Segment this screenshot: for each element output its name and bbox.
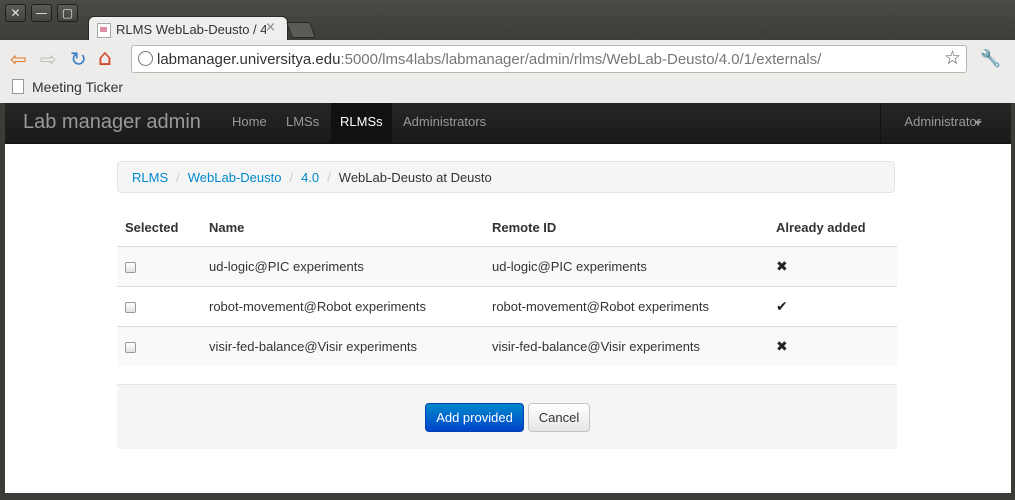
- row-name: ud-logic@PIC experiments: [201, 246, 484, 287]
- window-maximize-button[interactable]: ▢: [57, 4, 78, 22]
- breadcrumb-current: WebLab-Deusto at Deusto: [338, 170, 492, 185]
- table-row: robot-movement@Robot experiments robot-m…: [117, 286, 897, 327]
- window-minimize-button[interactable]: —: [31, 4, 52, 22]
- table-row: visir-fed-balance@Visir experiments visi…: [117, 326, 897, 366]
- bookmark-meeting-ticker[interactable]: Meeting Ticker: [12, 79, 123, 95]
- select-checkbox[interactable]: [125, 302, 136, 314]
- externals-table: Selected Name Remote ID Already added ud…: [117, 208, 897, 366]
- address-bar[interactable]: labmanager.universitya.edu:5000/lms4labs…: [131, 45, 967, 73]
- url-host: labmanager.universitya.edu: [157, 51, 341, 68]
- reload-icon[interactable]: ↻: [70, 48, 87, 70]
- tab-title: RLMS WebLab-Deusto / 4.: [116, 22, 266, 37]
- page-icon: [12, 79, 24, 94]
- select-checkbox[interactable]: [125, 342, 136, 354]
- forward-arrow-icon[interactable]: ⇨: [40, 48, 57, 70]
- breadcrumb-rlms[interactable]: RLMS: [132, 170, 168, 185]
- row-remote-id: robot-movement@Robot experiments: [484, 286, 768, 327]
- form-actions: Add provided Cancel: [117, 384, 897, 449]
- row-remote-id: ud-logic@PIC experiments: [484, 246, 768, 287]
- table-header-row: Selected Name Remote ID Already added: [117, 208, 897, 247]
- top-navbar: Lab manager admin Home LMSs RLMSs Admini…: [5, 103, 1011, 144]
- back-arrow-icon[interactable]: ⇦: [10, 48, 27, 70]
- cross-icon: ✖: [776, 338, 788, 355]
- nav-lmss[interactable]: LMSs: [277, 103, 328, 143]
- new-tab-button[interactable]: [286, 22, 316, 38]
- breadcrumb-separator: /: [176, 170, 180, 185]
- url-text: labmanager.universitya.edu:5000/lms4labs…: [157, 51, 821, 68]
- url-path: :5000/lms4labs/labmanager/admin/rlms/Web…: [340, 51, 822, 68]
- user-menu-dropdown[interactable]: Administrator: [880, 103, 1011, 143]
- select-checkbox[interactable]: [125, 262, 136, 274]
- breadcrumb-separator: /: [327, 170, 331, 185]
- window-frame-bottom: [0, 493, 1015, 500]
- row-remote-id: visir-fed-balance@Visir experiments: [484, 326, 768, 366]
- tab-close-icon[interactable]: ×: [265, 20, 276, 35]
- star-icon[interactable]: ☆: [944, 47, 961, 69]
- add-provided-button[interactable]: Add provided: [425, 403, 524, 432]
- bookmark-label: Meeting Ticker: [32, 79, 124, 95]
- breadcrumb: RLMS / WebLab-Deusto / 4.0 / WebLab-Deusto at …: [117, 161, 895, 193]
- table-row: ud-logic@PIC experiments ud-logic@PIC ex…: [117, 246, 897, 287]
- row-name: visir-fed-balance@Visir experiments: [201, 326, 484, 366]
- page-viewport: Lab manager admin Home LMSs RLMSs Admini…: [5, 103, 1011, 493]
- nav-rlmss[interactable]: RLMSs: [331, 103, 392, 143]
- breadcrumb-version[interactable]: 4.0: [301, 170, 319, 185]
- breadcrumb-separator: /: [289, 170, 294, 185]
- header-name: Name: [209, 219, 245, 235]
- window-close-button[interactable]: ✕: [5, 4, 26, 22]
- brand[interactable]: Lab manager admin: [23, 111, 201, 134]
- nav-home[interactable]: Home: [223, 103, 276, 143]
- favicon-icon: [97, 23, 111, 38]
- wrench-icon[interactable]: 🔧: [980, 49, 1001, 69]
- browser-tab[interactable]: RLMS WebLab-Deusto / 4. ×: [88, 16, 288, 43]
- window-titlebar: ✕ — ▢ RLMS WebLab-Deusto / 4. ×: [0, 0, 1015, 43]
- globe-icon: [138, 51, 153, 66]
- header-already-added: Already added: [776, 219, 866, 235]
- cross-icon: ✖: [776, 258, 788, 275]
- header-remote-id: Remote ID: [492, 219, 557, 235]
- checkmark-icon: ✔: [776, 298, 788, 315]
- cancel-button[interactable]: Cancel: [528, 403, 590, 432]
- breadcrumb-weblab-deusto[interactable]: WebLab-Deusto: [188, 170, 282, 185]
- row-name: robot-movement@Robot experiments: [201, 286, 484, 327]
- home-icon[interactable]: ⌂: [98, 48, 112, 70]
- header-selected: Selected: [125, 219, 179, 235]
- nav-administrators[interactable]: Administrators: [394, 103, 495, 143]
